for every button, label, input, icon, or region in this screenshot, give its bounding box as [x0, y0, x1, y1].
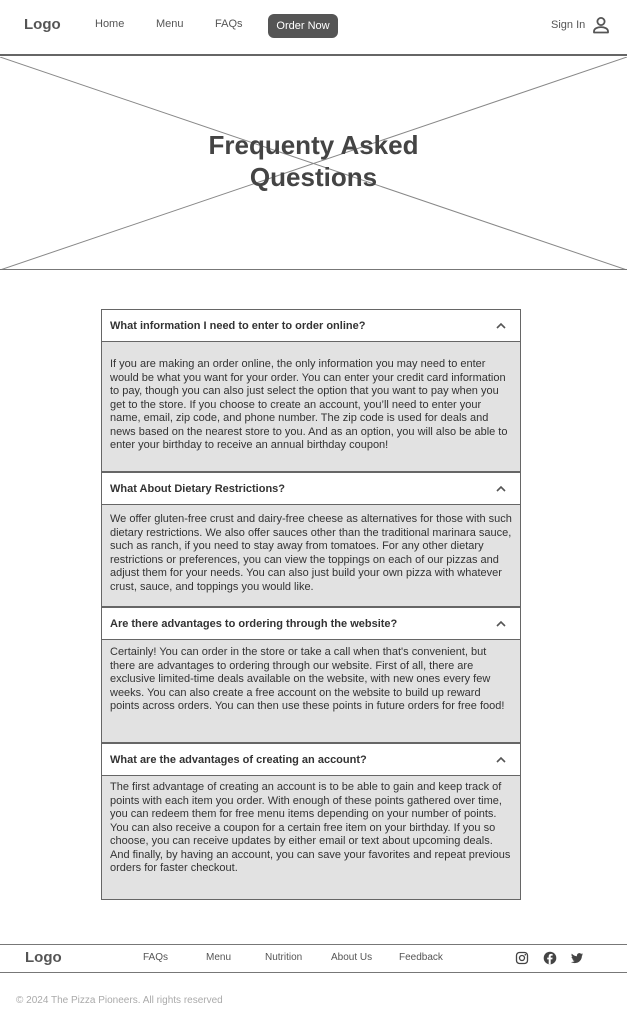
site-header: Logo Home Menu FAQs Order Now Sign In: [0, 0, 627, 56]
faq-question-text: Are there advantages to ordering through…: [110, 617, 398, 630]
faq-question-2[interactable]: What About Dietary Restrictions?: [101, 472, 521, 505]
person-icon[interactable]: [591, 15, 611, 35]
faq-answer-2: We offer gluten-free crust and dairy-fre…: [101, 505, 521, 607]
faq-question-text: What are the advantages of creating an a…: [110, 753, 367, 766]
nav-menu[interactable]: Menu: [156, 18, 184, 30]
order-now-button[interactable]: Order Now: [268, 14, 338, 38]
faq-accordion: What information I need to enter to orde…: [101, 309, 521, 900]
faq-question-3[interactable]: Are there advantages to ordering through…: [101, 607, 521, 640]
faq-question-text: What information I need to enter to orde…: [110, 319, 366, 332]
twitter-icon[interactable]: [570, 951, 584, 965]
faq-answer-4: The first advantage of creating an accou…: [101, 776, 521, 900]
chevron-up-icon[interactable]: [495, 755, 507, 765]
page-title: Frequenty Asked Questions: [0, 129, 627, 193]
faq-question-text: What About Dietary Restrictions?: [110, 482, 285, 495]
footer-logo[interactable]: Logo: [25, 949, 62, 966]
site-footer: Logo FAQs Menu Nutrition About Us Feedba…: [0, 944, 627, 973]
sign-in-link[interactable]: Sign In: [551, 19, 585, 31]
footer-link-about-us[interactable]: About Us: [331, 952, 372, 963]
footer-link-faqs[interactable]: FAQs: [143, 952, 168, 963]
faq-answer-1: If you are making an order online, the o…: [101, 342, 521, 472]
nav-home[interactable]: Home: [95, 18, 124, 30]
nav-faqs[interactable]: FAQs: [215, 18, 243, 30]
faq-answer-3: Certainly! You can order in the store or…: [101, 640, 521, 743]
copyright-text: © 2024 The Pizza Pioneers. All rights re…: [16, 995, 223, 1006]
logo[interactable]: Logo: [24, 16, 61, 33]
faq-question-4[interactable]: What are the advantages of creating an a…: [101, 743, 521, 776]
chevron-up-icon[interactable]: [495, 321, 507, 331]
page-title-line-2: Questions: [249, 162, 378, 192]
footer-link-feedback[interactable]: Feedback: [399, 952, 443, 963]
facebook-icon[interactable]: [543, 951, 557, 965]
instagram-icon[interactable]: [515, 951, 529, 965]
chevron-up-icon[interactable]: [495, 619, 507, 629]
footer-link-nutrition[interactable]: Nutrition: [265, 952, 302, 963]
page-title-line-1: Frequenty Asked: [208, 130, 419, 160]
faq-question-1[interactable]: What information I need to enter to orde…: [101, 309, 521, 342]
footer-link-menu[interactable]: Menu: [206, 952, 231, 963]
chevron-up-icon[interactable]: [495, 484, 507, 494]
hero-banner: Frequenty Asked Questions: [0, 57, 627, 270]
